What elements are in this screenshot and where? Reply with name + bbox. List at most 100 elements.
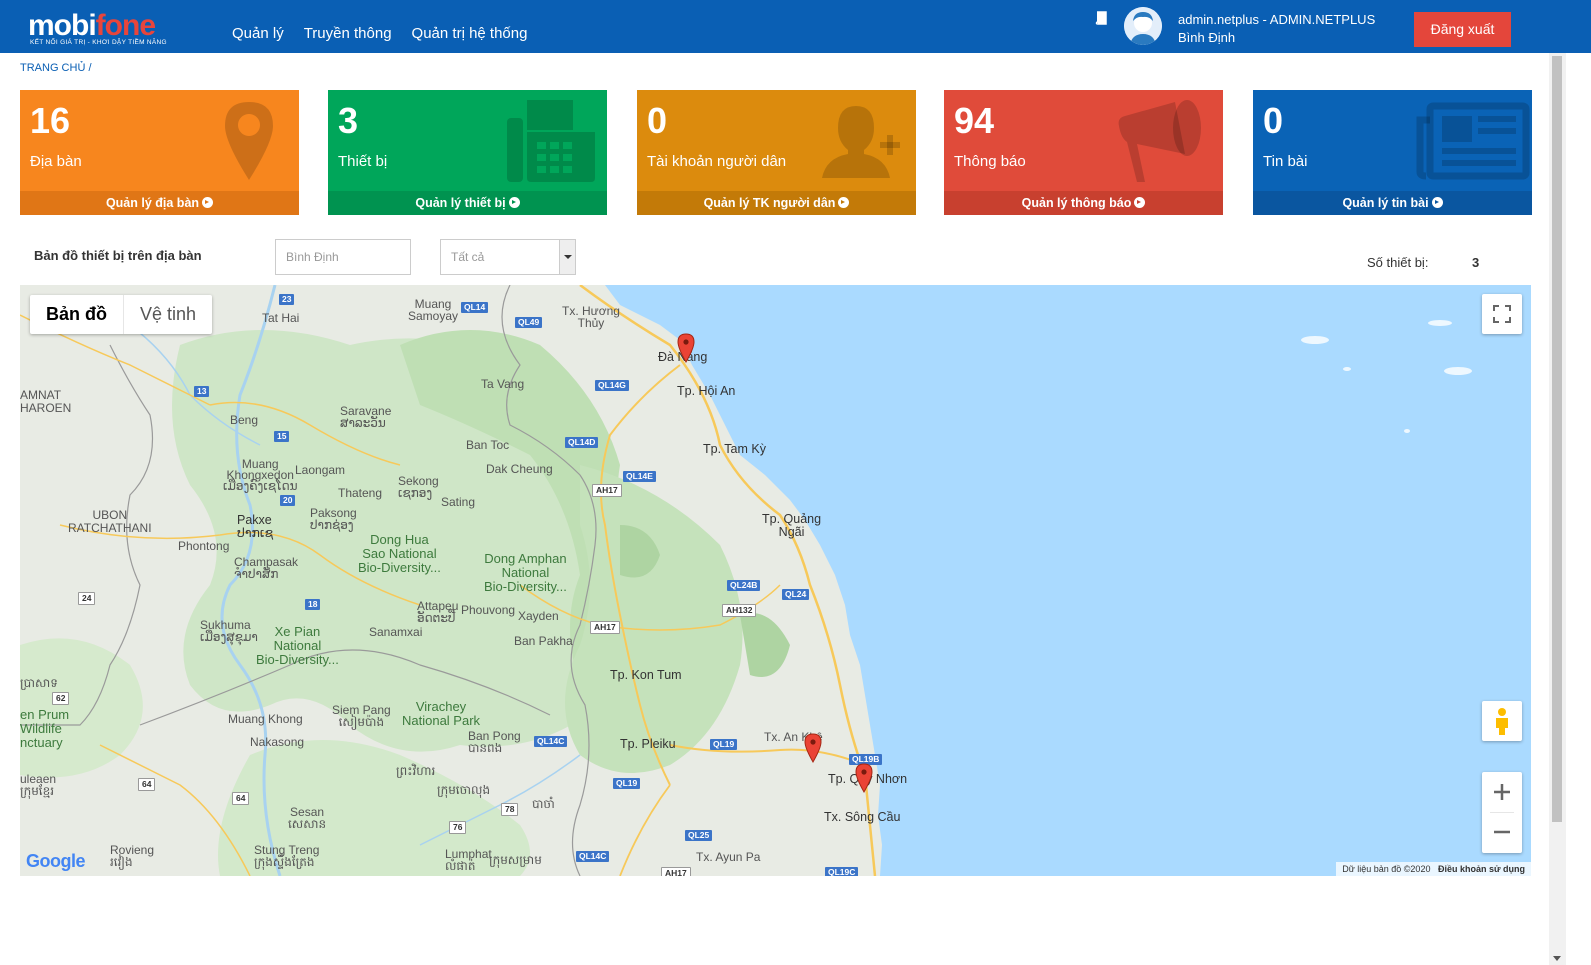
scroll-down-arrow-icon[interactable] bbox=[1553, 956, 1561, 961]
map-label-tam-ky: Tp. Tam Kỳ bbox=[703, 442, 766, 456]
region-input[interactable]: Bình Định bbox=[275, 239, 411, 275]
card-link-text[interactable]: Quản lý TK người dân bbox=[704, 196, 836, 210]
road-shield: AH17 bbox=[661, 867, 691, 876]
status-select[interactable]: Tất cả bbox=[440, 239, 576, 275]
user-info: admin.netplus - ADMIN.NETPLUS Bình Định bbox=[1178, 11, 1375, 47]
map-label: Tx. Ayun Pa bbox=[696, 850, 761, 864]
card-footer-link[interactable]: Quản lý thông báo bbox=[944, 191, 1223, 215]
road-shield: 78 bbox=[501, 803, 519, 816]
street-view-pegman[interactable] bbox=[1482, 701, 1522, 741]
map-label-park: Virachey National Park bbox=[402, 699, 481, 728]
card-label: Thiết bị bbox=[338, 153, 388, 170]
device-marker-icon[interactable] bbox=[804, 733, 822, 763]
map-label-pleiku: Tp. Pleiku bbox=[620, 737, 676, 751]
map-label: ប្រាសាទ bbox=[20, 676, 58, 690]
zoom-in-icon[interactable] bbox=[1494, 784, 1510, 800]
map-label: Muang Khongxedon ເມືອງຄົງເຊໂດນ bbox=[223, 457, 298, 493]
card-footer-link[interactable]: Quản lý TK người dân bbox=[637, 191, 916, 215]
chevron-down-icon[interactable] bbox=[559, 240, 575, 274]
card-link-text[interactable]: Quản lý thiết bị bbox=[415, 196, 505, 210]
device-marker-icon[interactable] bbox=[677, 333, 695, 363]
nav-quan-ly[interactable]: Quản lý bbox=[232, 25, 284, 42]
map-label: Attapeu ອັດຕະປື bbox=[417, 599, 459, 625]
map-label-song-cau: Tx. Sông Cầu bbox=[824, 810, 901, 824]
map-label-hoi-an: Tp. Hội An bbox=[677, 384, 736, 398]
card-link-text[interactable]: Quản lý địa bàn bbox=[106, 196, 199, 210]
map-type-satellite[interactable]: Vệ tinh bbox=[123, 295, 212, 334]
card-value: 94 bbox=[954, 100, 995, 141]
card-link-text[interactable]: Quản lý tin bài bbox=[1342, 196, 1428, 210]
breadcrumb[interactable]: TRANG CHỦ / bbox=[20, 62, 92, 74]
map-label: ព្រះវិហារ bbox=[396, 764, 436, 778]
road-shield: QL25 bbox=[685, 830, 713, 841]
user-region: Bình Định bbox=[1178, 30, 1236, 45]
map-label: Siem Pang សៀមប៉ាង bbox=[332, 703, 391, 729]
mobifone-logo[interactable]: mobifone KẾT NỐI GIÁ TRỊ - KHƠI DẬY TIỀM… bbox=[28, 10, 180, 48]
map-label-park: Dong Amphan National Bio-Diversity... bbox=[484, 551, 567, 594]
map-label: Sanamxai bbox=[369, 625, 423, 639]
device-marker-icon[interactable] bbox=[855, 763, 873, 793]
map-label: Dak Cheung bbox=[486, 462, 553, 476]
road-shield: QL24B bbox=[727, 580, 761, 591]
map-label: Stung Treng ក្រុងស្ទឹងត្រែង bbox=[254, 843, 320, 869]
road-shield: AH17 bbox=[592, 484, 622, 497]
map-label: Tx. Hương Thủy bbox=[562, 304, 620, 330]
map-label: Muang Khong bbox=[228, 712, 303, 726]
map-label: ក្រុមចោលុង bbox=[437, 783, 491, 797]
fullscreen-button[interactable] bbox=[1482, 294, 1522, 334]
logout-button[interactable]: Đăng xuất bbox=[1414, 12, 1511, 47]
map-label: Ban Pong បានពង bbox=[468, 729, 521, 755]
user-name: admin.netplus - ADMIN.NETPLUS bbox=[1178, 12, 1376, 27]
card-footer-link[interactable]: Quản lý thiết bị bbox=[328, 191, 607, 215]
device-map[interactable]: Bản đồ Vệ tinh Tat Hai Muang Samoyay Tx.… bbox=[20, 285, 1531, 876]
status-select-value: Tất cả bbox=[451, 250, 485, 264]
map-label: Phouvong bbox=[461, 603, 516, 617]
map-label: Ta Vang bbox=[481, 377, 525, 391]
map-type-roadmap[interactable]: Bản đồ bbox=[30, 295, 123, 334]
map-label: UBON RATCHATHANI bbox=[68, 508, 152, 535]
newspaper-icon bbox=[1416, 102, 1530, 180]
map-label: Muang Samoyay bbox=[408, 297, 459, 323]
user-plus-icon bbox=[822, 106, 900, 178]
circle-arrow-right-icon bbox=[1134, 197, 1146, 208]
road-shield: 13 bbox=[194, 386, 210, 397]
map-label: Lumphat លំផាត់ bbox=[445, 847, 492, 873]
fax-icon bbox=[507, 100, 595, 182]
road-shield: 20 bbox=[280, 495, 296, 506]
card-value: 0 bbox=[1263, 100, 1284, 141]
map-label: Beng bbox=[230, 413, 259, 427]
card-value: 16 bbox=[30, 100, 71, 141]
road-shield: QL24 bbox=[782, 589, 810, 600]
scrollbar-thumb[interactable] bbox=[1552, 56, 1562, 822]
logo-text-left: mobi bbox=[28, 9, 97, 42]
card-thong-bao: 94 Thông báo Quản lý thông báo bbox=[944, 90, 1223, 215]
page-scrollbar[interactable] bbox=[1549, 53, 1566, 965]
road-shield: QL14C bbox=[576, 851, 610, 862]
card-tai-khoan-nguoi-dan: 0 Tài khoản người dân Quản lý TK người d… bbox=[637, 90, 916, 215]
map-attribution: Dữ liệu bản đồ ©2020 Điều khoản sử dụng bbox=[1336, 862, 1531, 876]
road-shield: QL19C bbox=[825, 867, 859, 876]
map-label-quang-ngai: Tp. Quảng Ngãi bbox=[762, 512, 822, 539]
nav-truyen-thong[interactable]: Truyền thông bbox=[304, 25, 392, 42]
card-value: 0 bbox=[647, 100, 668, 141]
user-avatar[interactable] bbox=[1124, 7, 1162, 45]
map-label: Rovieng រវៀង bbox=[110, 843, 155, 869]
road-shield: 64 bbox=[138, 778, 156, 791]
google-logo-text: Google bbox=[26, 851, 86, 871]
nav-quan-tri-he-thong[interactable]: Quản trị hệ thống bbox=[412, 25, 528, 42]
fullscreen-icon bbox=[1493, 305, 1511, 323]
google-logo[interactable]: Google bbox=[26, 851, 86, 872]
card-footer-link[interactable]: Quản lý tin bài bbox=[1253, 191, 1532, 215]
map-label: uleaen ក្រុមខ្មែរ bbox=[20, 772, 57, 798]
card-footer-link[interactable]: Quản lý địa bàn bbox=[20, 191, 299, 215]
book-icon[interactable] bbox=[1094, 11, 1108, 25]
card-label: Tin bài bbox=[1263, 153, 1308, 170]
pegman-icon bbox=[1496, 708, 1508, 735]
card-value: 3 bbox=[338, 100, 359, 141]
road-shield: QL19 bbox=[613, 778, 641, 789]
map-terms-link[interactable]: Điều khoản sử dụng bbox=[1438, 864, 1525, 874]
logo-text-right: fone bbox=[95, 9, 156, 42]
card-link-text[interactable]: Quản lý thông báo bbox=[1022, 196, 1132, 210]
map-data-credit: Dữ liệu bản đồ ©2020 bbox=[1342, 864, 1431, 874]
circle-arrow-right-icon bbox=[1431, 197, 1443, 208]
